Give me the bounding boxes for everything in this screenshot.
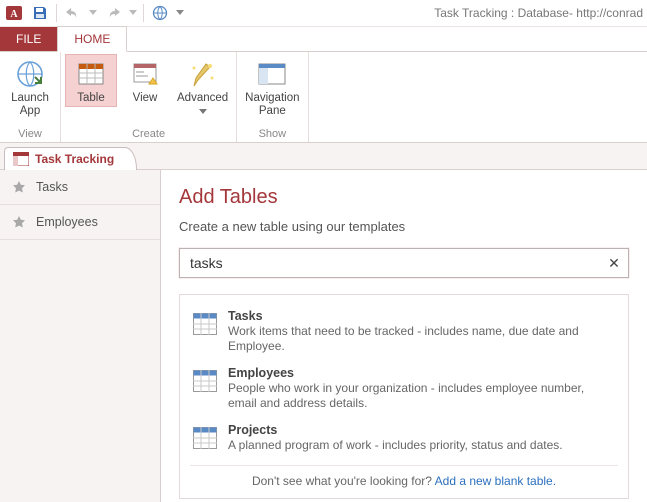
template-result-tasks[interactable]: Tasks Work items that need to be tracked…: [190, 303, 618, 360]
ribbon-group-create: Table View Advanced Create: [61, 52, 237, 142]
ribbon-group-show: Navigation Pane Show: [237, 52, 308, 142]
table-button[interactable]: Table: [65, 54, 117, 107]
window-title: Task Tracking : Database- http://conrad: [186, 6, 647, 20]
redo-icon[interactable]: [101, 2, 125, 24]
table-label: Table: [77, 92, 105, 105]
document-tab-bar: Task Tracking: [0, 143, 647, 170]
app-view-icon: [13, 152, 29, 166]
sidebar-item-label: Employees: [36, 215, 98, 229]
ribbon: Launch App View Table View: [0, 51, 647, 143]
undo-icon[interactable]: [61, 2, 85, 24]
view-button[interactable]: View: [119, 54, 171, 107]
template-result-employees[interactable]: Employees People who work in your organi…: [190, 360, 618, 417]
footer-text: Don't see what you're looking for?: [252, 474, 435, 488]
add-blank-table-link[interactable]: Add a new blank table.: [435, 474, 556, 488]
main-content: Add Tables Create a new table using our …: [161, 170, 647, 502]
title-bar: A Task Tracking : Database- http://conra…: [0, 0, 647, 27]
template-results: Tasks Work items that need to be tracked…: [179, 294, 629, 499]
tab-file[interactable]: FILE: [0, 27, 57, 51]
ribbon-tabs: FILE HOME: [0, 27, 647, 51]
access-app-icon[interactable]: A: [2, 2, 26, 24]
result-title: Projects: [228, 423, 563, 437]
template-search-input[interactable]: [188, 254, 600, 272]
view-icon: [129, 58, 161, 90]
ribbon-group-show-label: Show: [259, 128, 287, 142]
ribbon-group-view: Launch App View: [0, 52, 61, 142]
result-desc: People who work in your organization - i…: [228, 381, 616, 411]
document-tab-task-tracking[interactable]: Task Tracking: [4, 147, 137, 170]
star-icon: [12, 180, 26, 194]
navigation-sidebar: Tasks Employees: [0, 170, 161, 502]
template-result-projects[interactable]: Projects A planned program of work - inc…: [190, 417, 618, 459]
view-label: View: [133, 92, 158, 105]
quick-access-toolbar: A: [0, 2, 186, 24]
tab-home[interactable]: HOME: [57, 26, 127, 52]
table-icon: [75, 58, 107, 90]
redo-dropdown-icon[interactable]: [127, 2, 139, 24]
launch-app-label: Launch App: [11, 92, 49, 118]
star-icon: [12, 215, 26, 229]
navigation-pane-icon: [256, 58, 288, 90]
results-footer: Don't see what you're looking for? Add a…: [190, 465, 618, 494]
result-desc: A planned program of work - includes pri…: [228, 438, 563, 453]
ribbon-group-create-label: Create: [132, 128, 165, 142]
clear-search-icon[interactable]: ✕: [606, 255, 622, 271]
navigation-pane-button[interactable]: Navigation Pane: [241, 54, 303, 120]
launch-app-icon: [14, 58, 46, 90]
result-title: Tasks: [228, 309, 616, 323]
web-sync-icon[interactable]: [148, 2, 172, 24]
workspace: Tasks Employees Add Tables Create a new …: [0, 170, 647, 502]
ribbon-group-view-label: View: [18, 128, 42, 142]
navigation-pane-label: Navigation Pane: [245, 92, 299, 118]
template-search-box[interactable]: ✕: [179, 248, 629, 278]
page-subtitle: Create a new table using our templates: [179, 219, 629, 234]
undo-dropdown-icon[interactable]: [87, 2, 99, 24]
web-sync-dropdown-icon[interactable]: [174, 2, 186, 24]
advanced-label: Advanced: [177, 92, 228, 118]
sidebar-item-tasks[interactable]: Tasks: [0, 170, 160, 205]
table-template-icon: [192, 368, 218, 394]
svg-text:A: A: [10, 9, 18, 20]
table-template-icon: [192, 311, 218, 337]
page-heading: Add Tables: [179, 186, 629, 209]
launch-app-button[interactable]: Launch App: [4, 54, 56, 120]
result-desc: Work items that need to be tracked - inc…: [228, 324, 616, 354]
save-icon[interactable]: [28, 2, 52, 24]
advanced-icon: [187, 58, 219, 90]
sidebar-item-employees[interactable]: Employees: [0, 205, 160, 240]
table-template-icon: [192, 425, 218, 451]
advanced-button[interactable]: Advanced: [173, 54, 232, 120]
document-tab-label: Task Tracking: [35, 152, 114, 166]
sidebar-item-label: Tasks: [36, 180, 68, 194]
result-title: Employees: [228, 366, 616, 380]
